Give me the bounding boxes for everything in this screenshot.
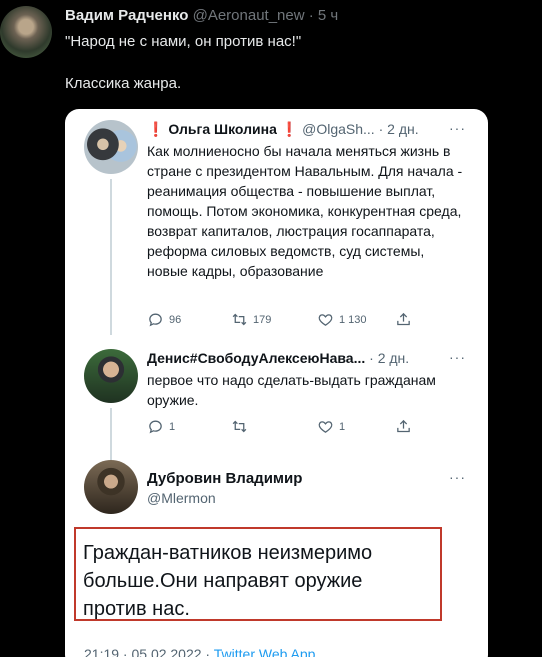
like-icon: [318, 314, 333, 326]
reply-button[interactable]: 96: [147, 311, 181, 328]
tweet-2-text: первое что надо сделать-выдать гражданам…: [147, 372, 436, 408]
tweet-time[interactable]: 2 дн.: [387, 121, 418, 137]
retweet-button[interactable]: 179: [231, 311, 271, 328]
more-options-icon[interactable]: ···: [449, 120, 466, 136]
author-name[interactable]: Вадим Радченко: [65, 7, 188, 24]
retweet-icon: [232, 420, 247, 433]
retweet-count: 179: [253, 313, 272, 326]
author-handle[interactable]: @Mlermon: [147, 490, 216, 506]
author-name[interactable]: Дубровин Владимир: [147, 470, 302, 487]
olga-avatar[interactable]: [84, 120, 138, 174]
tweet-3-text: Граждан-ватников неизмеримо больше.Они н…: [83, 542, 373, 620]
tweet-text-line2: Классика жанра.: [65, 75, 182, 92]
thread-connector: [110, 179, 112, 335]
exclamation-icon: ❗: [280, 121, 299, 137]
more-options-icon[interactable]: ···: [449, 469, 466, 485]
tweet-timestamp[interactable]: 21:19 · 05.02.2022 ·: [84, 646, 210, 657]
reply-button[interactable]: 1: [147, 418, 175, 435]
thread-connector: [110, 408, 112, 460]
exclamation-icon: ❗: [147, 121, 165, 137]
author-avatar[interactable]: [0, 6, 52, 58]
tweet-3-handle-row: @Mlermon: [147, 490, 216, 506]
source-app-link[interactable]: Twitter Web App: [214, 646, 316, 657]
attached-screenshot[interactable]: ❗ Ольга Школина ❗ @OlgaSh... · 2 дн. ···…: [65, 109, 488, 657]
retweet-button[interactable]: [231, 418, 253, 435]
reply-icon: [149, 313, 162, 327]
reply-count: 1: [169, 420, 176, 433]
tweet-2-actions: 1 1: [147, 418, 467, 436]
author-name[interactable]: Денис#СвободуАлексеюНава...: [147, 350, 365, 366]
like-icon: [318, 421, 333, 433]
tweet-time[interactable]: 2 дн.: [378, 350, 409, 366]
reply-count: 96: [169, 313, 182, 326]
share-button[interactable]: [395, 311, 412, 328]
reply-icon: [149, 420, 162, 434]
tweet-text-line1: "Народ не с нами, он против нас!": [65, 33, 302, 50]
retweet-icon: [232, 313, 247, 326]
tweet-2-header: Денис#СвободуАлексеюНава... · 2 дн.: [147, 350, 409, 366]
like-count: 1 130: [339, 313, 367, 326]
tweet-time[interactable]: 5 ч: [318, 7, 338, 24]
tweet-3-footer: 21:19 · 05.02.2022 · Twitter Web App: [84, 646, 315, 657]
author-handle[interactable]: @Aeronaut_new: [193, 7, 305, 24]
share-button[interactable]: [395, 418, 412, 435]
share-icon: [397, 419, 410, 433]
separator: ·: [369, 350, 374, 366]
tweet-header: Вадим Радченко @Aeronaut_new · 5 ч: [65, 7, 338, 24]
tweet-1-header: ❗ Ольга Школина ❗ @OlgaSh... · 2 дн.: [147, 121, 419, 138]
denis-avatar[interactable]: [84, 349, 138, 403]
dubrovin-avatar[interactable]: [84, 460, 138, 514]
tweet-1-text: Как молниеносно бы начала меняться жизнь…: [147, 143, 463, 279]
more-options-icon[interactable]: ···: [449, 349, 466, 365]
tweet-3-header: Дубровин Владимир: [147, 470, 302, 487]
author-name[interactable]: Ольга Школина: [168, 121, 277, 137]
like-count: 1: [339, 420, 346, 433]
tweet-1-actions: 96 179 1 130: [147, 311, 467, 329]
like-button[interactable]: 1 130: [317, 311, 367, 328]
author-handle[interactable]: @OlgaSh...: [302, 121, 375, 137]
like-button[interactable]: 1: [317, 418, 345, 435]
share-icon: [397, 312, 410, 326]
separator: ·: [378, 121, 384, 137]
separator: ·: [308, 7, 314, 24]
